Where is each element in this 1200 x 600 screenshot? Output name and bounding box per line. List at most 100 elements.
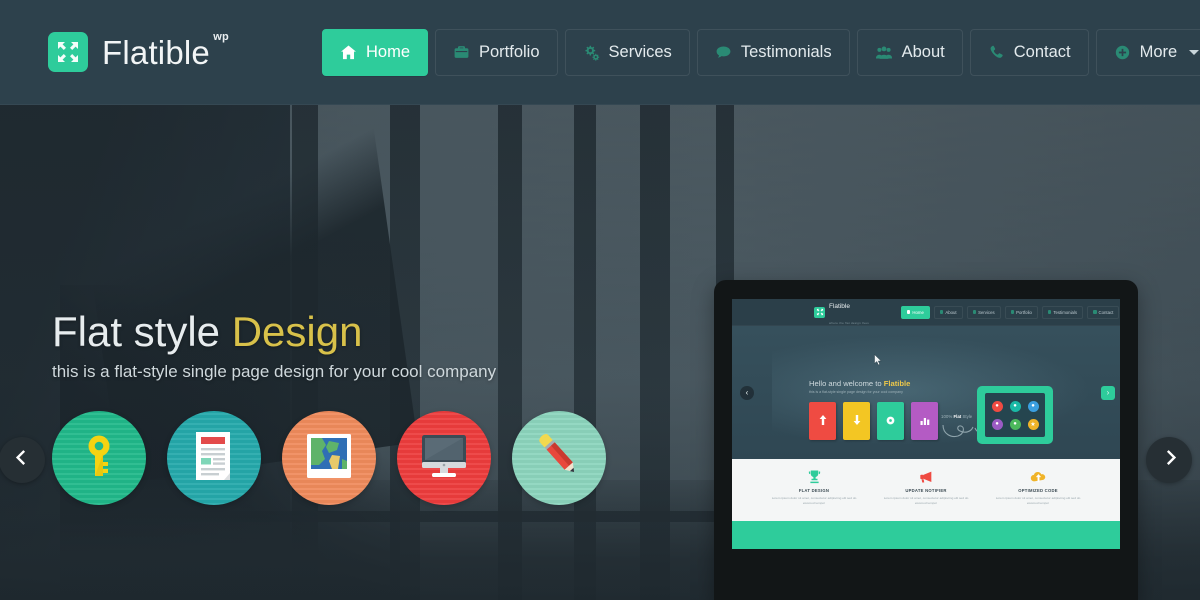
hero-section: Flat style Design this is a flat-style s… xyxy=(0,105,1200,600)
phone-icon xyxy=(1093,310,1097,314)
hero-subtitle: this is a flat-style single page design … xyxy=(52,362,497,382)
key-icon xyxy=(73,430,125,487)
mouse-cursor-icon xyxy=(874,353,883,371)
mini-tablet-graphic: ● ● ● ● ● ★ xyxy=(977,386,1053,444)
mini-card-arrow-down[interactable] xyxy=(843,402,870,440)
nav-item-home[interactable]: Home xyxy=(321,28,428,76)
mini-nav-item-portfolio[interactable]: Portfolio xyxy=(1004,305,1038,319)
arrow-up-icon xyxy=(819,412,827,430)
mini-feature-title: OPTIMIZED CODE xyxy=(1018,488,1058,493)
mini-tablet-screen: ● ● ● ● ● ★ xyxy=(985,393,1045,437)
arrows-expand-icon xyxy=(48,32,88,72)
brand-logo[interactable]: Flatible wp xyxy=(48,31,229,72)
tablet-icon-clock[interactable]: ● xyxy=(1009,400,1021,412)
mini-hero-copy: Hello and welcome to Flatible this is a … xyxy=(809,379,910,394)
main-navigation: Home Portfolio Services Testimonials Abo… xyxy=(321,28,1200,76)
mini-brand-tagline: where the flat design lives xyxy=(829,321,869,325)
briefcase-icon xyxy=(1010,310,1015,314)
mini-card-gear[interactable] xyxy=(877,402,904,440)
mini-nav-label: Portfolio xyxy=(1016,309,1032,315)
mini-feature-flat-design: FLAT DESIGN Lorem ipsum dolor sit amet, … xyxy=(766,468,862,506)
nav-item-label: Contact xyxy=(1013,42,1071,61)
cloud-upload-icon xyxy=(990,468,1086,485)
imac-mockup: Flatible where the flat design lives Hom… xyxy=(714,280,1138,600)
heartbeat-icon: ● xyxy=(1013,421,1017,427)
feature-circle-key[interactable] xyxy=(52,411,146,505)
mini-nav-label: Testimonials xyxy=(1053,309,1078,315)
mini-feature-title: FLAT DESIGN xyxy=(798,488,830,493)
nav-item-label: Portfolio xyxy=(479,42,540,61)
mini-nav-item-contact[interactable]: Contact xyxy=(1087,305,1120,319)
gears-icon xyxy=(583,44,600,61)
hero-feature-icons xyxy=(52,411,606,505)
mini-feature-optimized-code: OPTIMIZED CODE Lorem ipsum dolor sit ame… xyxy=(990,468,1086,506)
hero-copy: Flat style Design this is a flat-style s… xyxy=(52,308,497,382)
chevron-left-icon xyxy=(14,449,31,471)
mini-brand-logo[interactable]: Flatible where the flat design lives xyxy=(814,299,869,328)
phone-icon xyxy=(988,44,1005,61)
mini-card-chart[interactable] xyxy=(911,402,938,440)
tablet-icon-heartbeat[interactable]: ● xyxy=(1009,418,1021,430)
group-icon xyxy=(875,44,893,61)
tablet-icon-camera[interactable]: ● xyxy=(1027,400,1039,412)
mini-card-arrow-up[interactable] xyxy=(809,402,836,440)
nav-item-testimonials[interactable]: Testimonials xyxy=(696,28,850,76)
nav-item-label: Home xyxy=(365,42,410,61)
mini-hero-subtitle: this is a flat-style single page design … xyxy=(809,390,903,394)
carousel-next-button[interactable] xyxy=(1146,437,1192,483)
feature-circle-desktop[interactable] xyxy=(397,411,491,505)
nav-item-label: About xyxy=(901,42,945,61)
mini-hero-section: Hello and welcome to Flatible this is a … xyxy=(732,326,1120,459)
chart-bar-icon xyxy=(920,412,930,430)
mini-nav-item-about[interactable]: About xyxy=(933,305,963,319)
tablet-icon-comment[interactable]: ● xyxy=(991,400,1003,412)
nav-item-label: More xyxy=(1139,42,1178,61)
tablet-icon-thumb-up[interactable]: ● xyxy=(991,418,1003,430)
comment-icon xyxy=(1047,310,1052,314)
feature-circle-pencil[interactable] xyxy=(512,411,606,505)
comment-icon xyxy=(715,44,732,61)
nav-item-contact[interactable]: Contact xyxy=(969,28,1089,76)
mini-navigation: Home About Services Portfolio Testimonia… xyxy=(900,305,1120,319)
feature-circle-article[interactable] xyxy=(167,411,261,505)
mini-feature-title: UPDATE NOTIFIER xyxy=(905,488,947,493)
nav-item-about[interactable]: About xyxy=(856,28,963,76)
mini-hero-stat: 100% Flat Style xyxy=(941,414,973,419)
mini-nav-label: Services xyxy=(978,309,995,315)
mini-features-section: FLAT DESIGN Lorem ipsum dolor sit amet, … xyxy=(732,459,1120,521)
mini-brand-name: Flatible xyxy=(829,303,850,310)
site-header: Flatible wp Home Portfolio Services Test… xyxy=(0,0,1200,105)
mini-feature-update-notifier: UPDATE NOTIFIER Lorem ipsum dolor sit am… xyxy=(878,468,974,506)
mini-hero-title: Hello and welcome to Flatible xyxy=(809,379,911,388)
nav-item-portfolio[interactable]: Portfolio xyxy=(435,28,558,76)
nav-item-services[interactable]: Services xyxy=(564,28,690,76)
mini-carousel-next-button[interactable]: › xyxy=(1101,386,1115,400)
mini-nav-label: Contact xyxy=(1098,309,1114,315)
comment-icon: ● xyxy=(995,403,999,409)
mini-nav-item-home[interactable]: Home xyxy=(900,305,930,319)
star-icon: ★ xyxy=(1030,421,1036,428)
mini-feature-desc: Lorem ipsum dolor sit amet, consectetur … xyxy=(771,496,857,506)
mini-nav-item-services[interactable]: Services xyxy=(966,305,1001,319)
plus-circle-icon xyxy=(1114,44,1131,61)
nav-item-label: Testimonials xyxy=(740,42,832,61)
mini-nav-item-testimonials[interactable]: Testimonials xyxy=(1041,305,1084,319)
mini-carousel-prev-button[interactable]: ‹ xyxy=(740,386,754,400)
gears-icon xyxy=(972,310,977,314)
clock-icon: ● xyxy=(1013,403,1017,409)
monitor-icon xyxy=(417,431,471,486)
pencil-icon xyxy=(532,429,586,488)
home-icon xyxy=(906,310,911,314)
document-icon xyxy=(188,429,240,488)
camera-icon: ● xyxy=(1031,403,1035,409)
briefcase-icon xyxy=(453,44,470,61)
mini-hero-cards xyxy=(809,402,938,440)
feature-circle-photo[interactable] xyxy=(282,411,376,505)
nav-item-label: Services xyxy=(608,42,672,61)
tablet-icon-star[interactable]: ★ xyxy=(1027,418,1039,430)
mini-nav-label: About xyxy=(945,309,957,315)
carousel-prev-button[interactable] xyxy=(0,437,45,483)
nav-item-more[interactable]: More xyxy=(1095,28,1200,76)
world-photo-icon xyxy=(302,429,356,488)
group-icon xyxy=(939,310,944,314)
